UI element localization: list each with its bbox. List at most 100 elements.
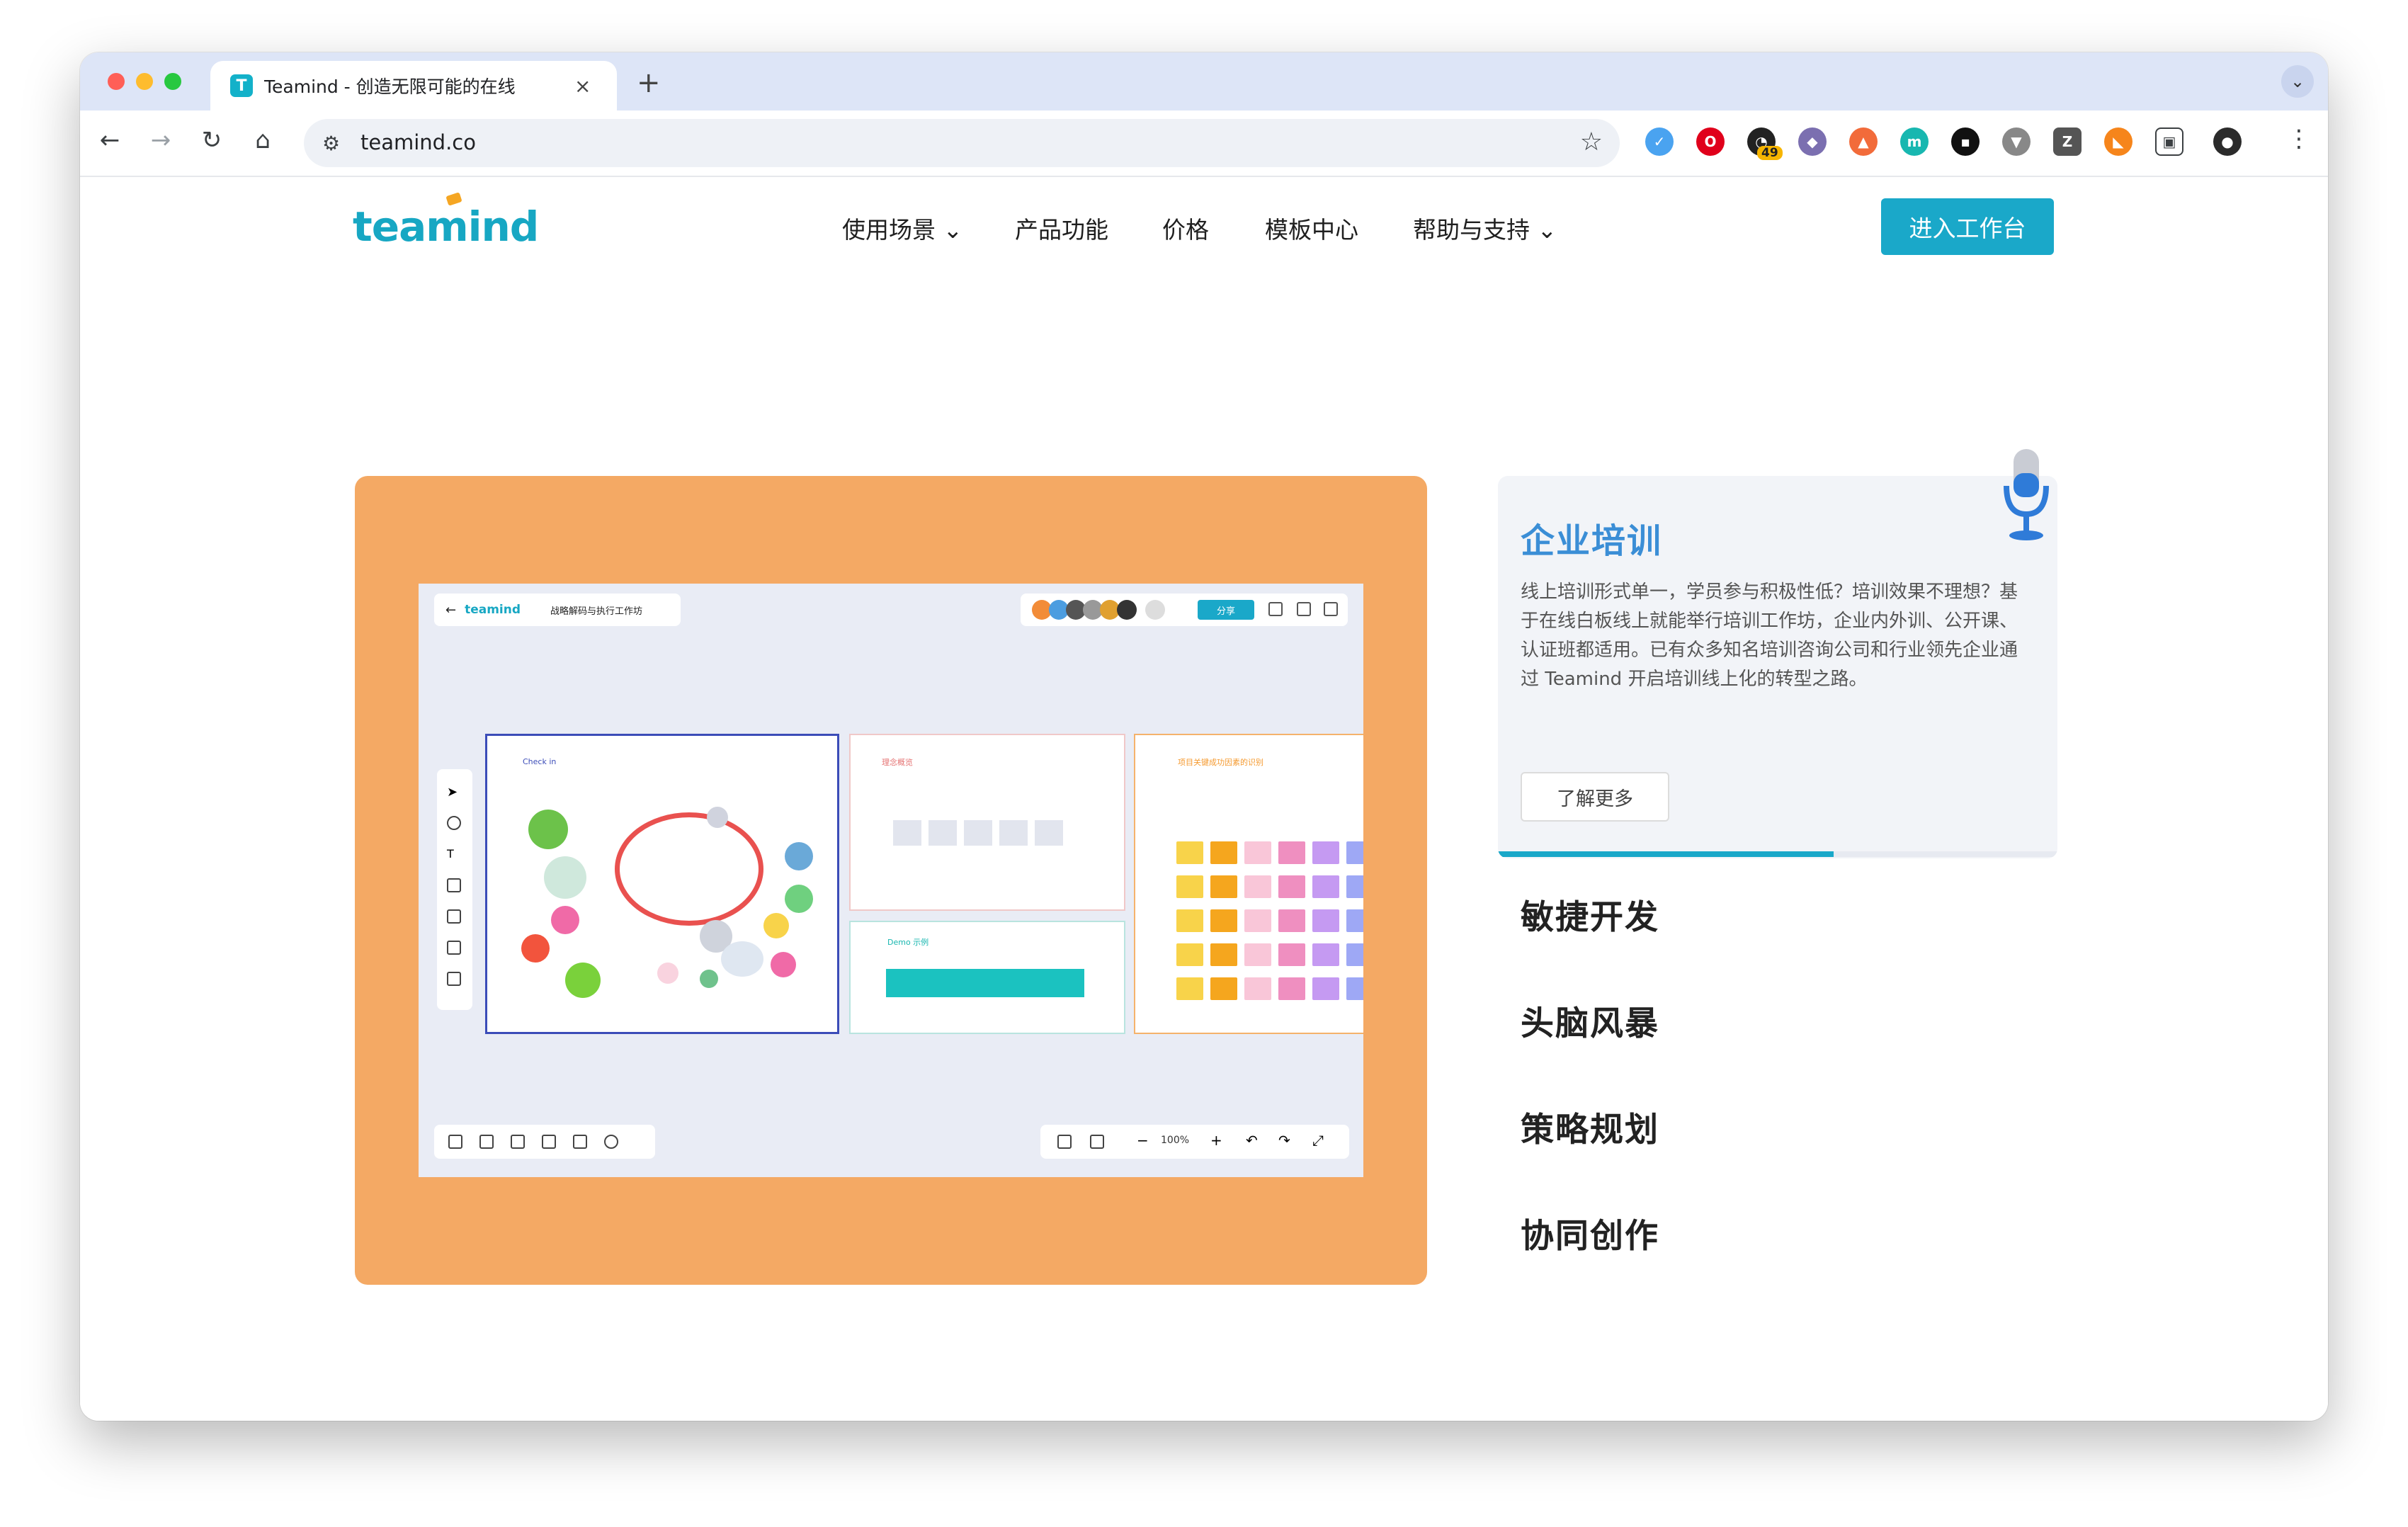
sticky-note	[1244, 943, 1271, 966]
new-tab-button[interactable]: +	[637, 67, 661, 99]
maximize-window-button[interactable]	[164, 73, 181, 90]
sticky-note	[1312, 841, 1339, 864]
tab-search-button[interactable]: ⌄	[2281, 65, 2314, 98]
sticky-note	[1278, 875, 1305, 898]
sticky-note	[1312, 977, 1339, 1000]
upload-icon	[447, 972, 461, 986]
extension-metamask-icon[interactable]: ◣	[2104, 127, 2132, 156]
reload-button[interactable]: ↻	[196, 126, 227, 154]
board-title: 战略解码与执行工作坊	[550, 606, 643, 617]
bubble	[771, 952, 796, 977]
scene-item-strategy[interactable]: 策略规划	[1521, 1102, 1659, 1151]
sticky-note	[1210, 977, 1237, 1000]
tab-close-icon[interactable]: ×	[574, 74, 591, 98]
sticky-note	[1346, 943, 1363, 966]
site-info-icon[interactable]: ⚙	[322, 132, 340, 155]
board-frame-demo: Demo 示例	[849, 921, 1125, 1034]
avatar	[1117, 600, 1137, 620]
tab-strip: T Teamind - 创造无限可能的在线 × + ⌄	[80, 52, 2328, 110]
extension-tree-icon[interactable]: ▲	[1849, 127, 1878, 156]
fullscreen-icon: ⤢	[1312, 1132, 1324, 1149]
extension-fox-icon[interactable]: ◆	[1798, 127, 1827, 156]
forward-button[interactable]: →	[145, 126, 176, 154]
bubble	[785, 842, 813, 870]
bubble	[721, 941, 763, 977]
teamind-logo[interactable]: teamind	[353, 203, 539, 251]
doc-icon	[1268, 602, 1283, 616]
undo-icon: ↶	[1246, 1132, 1258, 1149]
carousel-progress-fill	[1498, 851, 1834, 857]
text-icon: T	[447, 847, 454, 861]
vote-icon	[573, 1135, 587, 1149]
sticky-note	[1346, 909, 1363, 932]
zoom-out-icon: −	[1137, 1132, 1149, 1149]
settings-icon	[1324, 602, 1338, 616]
select-icon: ➤	[447, 785, 458, 800]
bubble	[544, 856, 586, 899]
sticky-note	[1244, 875, 1271, 898]
extension-z-icon[interactable]: Z	[2053, 127, 2082, 156]
bookmark-star-icon[interactable]: ☆	[1580, 127, 1603, 157]
diamond-flow	[893, 820, 1063, 846]
url-text[interactable]: teamind.co	[360, 130, 476, 154]
zoom-level: 100%	[1161, 1135, 1190, 1146]
timer-icon	[604, 1135, 618, 1149]
screen-icon	[511, 1135, 525, 1149]
pen-icon	[447, 816, 461, 830]
browser-tab-active[interactable]: T Teamind - 创造无限可能的在线 ×	[210, 61, 617, 110]
extension-dots-icon[interactable]: ▪	[1951, 127, 1980, 156]
enter-workspace-button[interactable]: 进入工作台	[1881, 198, 2054, 255]
demo-banner	[886, 969, 1084, 997]
browser-window: T Teamind - 创造无限可能的在线 × + ⌄ ← → ↻ ⌂ ⚙ te…	[80, 52, 2328, 1421]
feature-title: 企业培训	[1521, 521, 1663, 561]
sticky-icon	[447, 878, 461, 892]
map-icon	[1090, 1135, 1104, 1149]
bubble	[763, 913, 789, 938]
feature-card-training[interactable]: 企业培训 线上培训形式单一，学员参与积极性低？培训效果不理想？基于在线白板线上就…	[1498, 476, 2057, 858]
frame-icon	[447, 941, 461, 955]
sticky-note	[1278, 977, 1305, 1000]
browser-menu-icon[interactable]: ⋮	[2287, 125, 2311, 153]
nav-use-cases[interactable]: 使用场景 ⌄	[842, 211, 962, 245]
extension-m-icon[interactable]: m	[1900, 127, 1929, 156]
frame-title: 理念概览	[882, 758, 913, 767]
scene-item-collab[interactable]: 协同创作	[1521, 1208, 1659, 1257]
carousel-progress-track	[1498, 851, 2057, 857]
extension-v-icon[interactable]: ▼	[2002, 127, 2031, 156]
learn-more-button[interactable]: 了解更多	[1521, 772, 1669, 822]
bubble	[521, 934, 550, 963]
nav-features[interactable]: 产品功能	[1015, 211, 1108, 245]
scene-preview-card: ← teamind 战略解码与执行工作坊 分享 ➤ T Check in 理念概…	[355, 476, 1427, 1285]
scene-item-brainstorm[interactable]: 头脑风暴	[1521, 996, 1659, 1045]
board-header: ← teamind 战略解码与执行工作坊	[434, 594, 681, 626]
shape-icon	[447, 909, 461, 924]
feature-description: 线上培训形式单一，学员参与积极性低？培训效果不理想？基于在线白板线上就能举行培训…	[1521, 581, 2018, 690]
nav-pricing[interactable]: 价格	[1162, 211, 1209, 245]
sticky-note	[1244, 909, 1271, 932]
back-button[interactable]: ←	[94, 126, 125, 154]
home-button[interactable]: ⌂	[247, 126, 278, 154]
close-window-button[interactable]	[108, 73, 125, 90]
profile-avatar[interactable]: ●	[2213, 127, 2242, 156]
scene-item-agile[interactable]: 敏捷开发	[1521, 890, 1659, 938]
sticky-note	[1210, 875, 1237, 898]
bubble	[565, 963, 601, 998]
address-bar[interactable]: ⚙ teamind.co ☆	[304, 119, 1620, 167]
bubble	[657, 963, 678, 984]
board-zoom-bar: − 100% + ↶ ↷ ⤢	[1040, 1125, 1349, 1159]
nav-help[interactable]: 帮助与支持 ⌄	[1413, 211, 1557, 245]
extension-opera-icon[interactable]: O	[1696, 127, 1725, 156]
minimize-window-button[interactable]	[136, 73, 153, 90]
back-arrow-icon: ←	[445, 602, 457, 618]
list-icon	[1297, 602, 1311, 616]
extensions-puzzle-icon[interactable]: ▣	[2155, 127, 2183, 156]
bubble	[615, 812, 763, 926]
nav-templates[interactable]: 模板中心	[1265, 211, 1358, 245]
extension-check-icon[interactable]: ✓	[1645, 127, 1674, 156]
comment-icon	[542, 1135, 556, 1149]
bubble	[707, 807, 728, 828]
board-collab-bar: 分享	[1021, 594, 1348, 626]
sticky-note	[1176, 841, 1203, 864]
bubble	[551, 906, 579, 934]
extension-badge: 49	[1757, 146, 1783, 160]
